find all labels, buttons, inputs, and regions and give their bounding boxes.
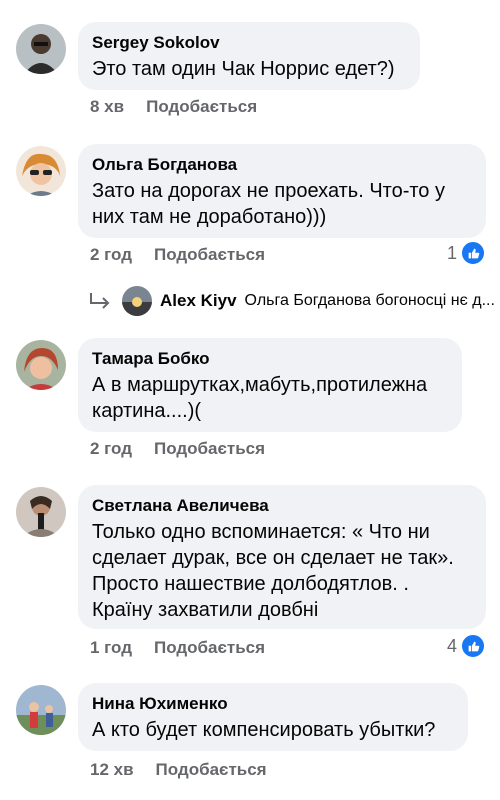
reaction-count[interactable]: 1 bbox=[447, 240, 487, 266]
comment-actions: 1 год Подобається bbox=[90, 638, 265, 658]
like-button[interactable]: Подобається bbox=[154, 638, 265, 657]
like-button[interactable]: Подобається bbox=[154, 245, 265, 264]
comment-actions: 2 год Подобається bbox=[90, 245, 265, 265]
reply-arrow-icon bbox=[90, 293, 110, 309]
like-button[interactable]: Подобається bbox=[156, 760, 267, 779]
comment-text: Это там один Чак Норрис едет?) bbox=[92, 58, 395, 80]
comment-text-line: Зато на дорогах не проехать. Что-то у bbox=[92, 180, 445, 202]
comment-text-line: Только одно вспоминается: « Что ни bbox=[92, 521, 430, 543]
comment-actions: 8 хв Подобається bbox=[90, 97, 257, 117]
avatar[interactable] bbox=[16, 340, 66, 390]
comment-author[interactable]: Ольга Богданова bbox=[92, 154, 472, 176]
reply-text: Ольга Богданова богоносці нє д... bbox=[244, 292, 495, 309]
like-button[interactable]: Подобається bbox=[154, 439, 265, 458]
comment-text-line: них там не доработано))) bbox=[92, 206, 327, 228]
reaction-count[interactable]: 4 bbox=[447, 633, 487, 659]
comment-text-line: Просто нашествие долбодятлов. . bbox=[92, 573, 409, 595]
comment-time[interactable]: 2 год bbox=[90, 439, 132, 458]
comment-author[interactable]: Sergey Sokolov bbox=[92, 32, 406, 54]
comment-actions: 2 год Подобається bbox=[90, 439, 265, 459]
comment-text-line: А в маршрутках,мабуть,протилежна bbox=[92, 374, 428, 396]
comment-bubble: Ольга Богданова Зато на дорогах не проех… bbox=[78, 144, 486, 238]
comment-author[interactable]: Светлана Авеличева bbox=[92, 495, 472, 517]
comment-time[interactable]: 12 хв bbox=[90, 760, 134, 779]
reply-author[interactable]: Alex Kiyv bbox=[160, 291, 237, 311]
comment-author[interactable]: Нина Юхименко bbox=[92, 693, 454, 715]
avatar[interactable] bbox=[16, 24, 66, 74]
like-button[interactable]: Подобається bbox=[146, 97, 257, 116]
comment-bubble: Светлана Авеличева Только одно вспоминае… bbox=[78, 485, 486, 629]
comment-time[interactable]: 1 год bbox=[90, 638, 132, 657]
comment-bubble: Нина Юхименко А кто будет компенсировать… bbox=[78, 683, 468, 751]
reply-preview[interactable]: Alex Kiyv Ольга Богданова богоносці нє д… bbox=[88, 286, 495, 316]
reply-avatar[interactable] bbox=[122, 286, 152, 316]
thumbs-up-icon bbox=[460, 633, 487, 659]
comment-actions: 12 хв Подобається bbox=[90, 760, 267, 780]
comment-time[interactable]: 2 год bbox=[90, 245, 132, 264]
comment-bubble: Sergey Sokolov Это там один Чак Норрис е… bbox=[78, 22, 420, 90]
comment-text-line: сделает дурак, все он сделает не так». bbox=[92, 547, 454, 569]
avatar[interactable] bbox=[16, 685, 66, 735]
reaction-count-number: 4 bbox=[447, 635, 458, 656]
reaction-count-number: 1 bbox=[447, 242, 458, 263]
comment-time[interactable]: 8 хв bbox=[90, 97, 124, 116]
comment-author[interactable]: Тамара Бобко bbox=[92, 348, 448, 370]
comment-text: А кто будет компенсировать убытки? bbox=[92, 719, 436, 741]
comment-bubble: Тамара Бобко А в маршрутках,мабуть,проти… bbox=[78, 338, 462, 432]
avatar[interactable] bbox=[16, 146, 66, 196]
avatar[interactable] bbox=[16, 487, 66, 537]
comment-text-line: картина....)( bbox=[92, 400, 202, 422]
comment-text-line: Країну захватили довбні bbox=[92, 599, 319, 621]
thumbs-up-icon bbox=[460, 240, 487, 266]
